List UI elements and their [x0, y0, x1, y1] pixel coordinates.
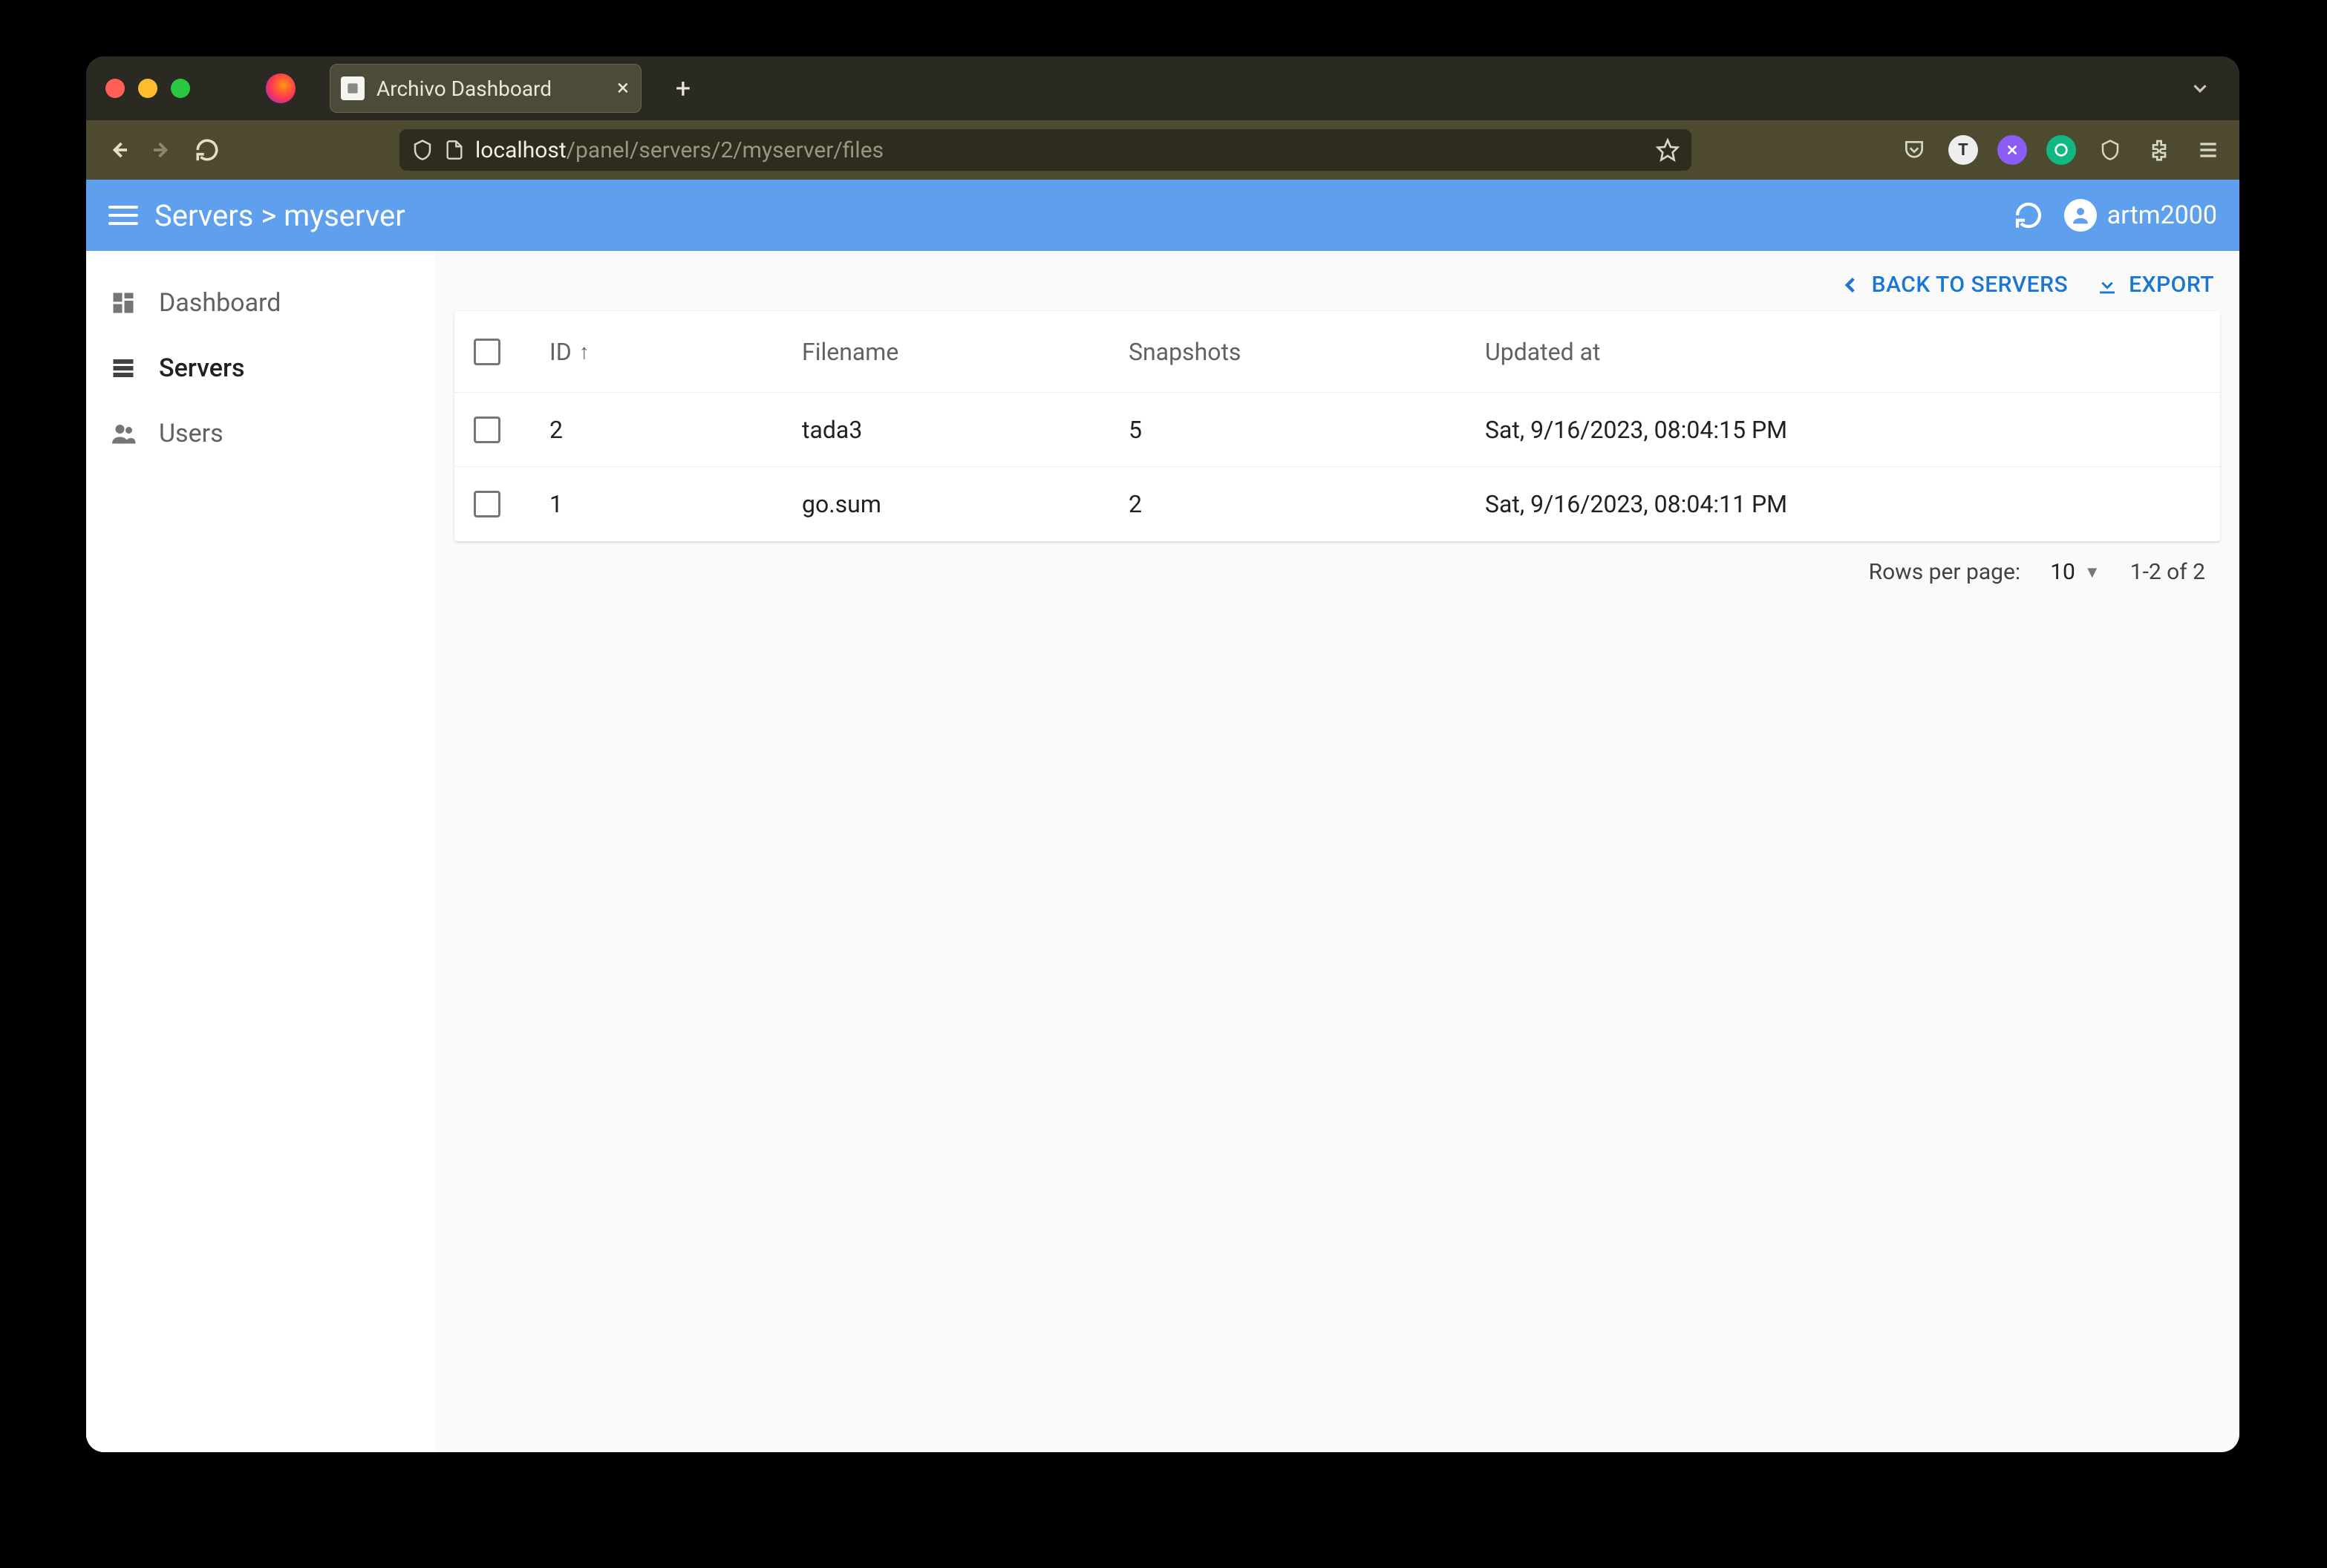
pagination: Rows per page: 10 ▼ 1-2 of 2 [454, 541, 2220, 585]
cell-updated-at: Sat, 9/16/2023, 08:04:11 PM [1485, 490, 2207, 518]
sidebar-item-servers[interactable]: Servers [86, 336, 435, 401]
sidebar-item-label: Servers [159, 353, 245, 383]
cell-id: 2 [549, 416, 802, 444]
app-header: Servers > myserver artm2000 [86, 180, 2239, 251]
extension-purple-icon[interactable] [1997, 135, 2027, 165]
table-row[interactable]: 2 tada3 5 Sat, 9/16/2023, 08:04:15 PM [454, 393, 2220, 467]
url-text: localhost/panel/servers/2/myserver/files [475, 137, 1656, 163]
column-header-filename[interactable]: Filename [802, 338, 1129, 366]
toolbar-right: T [1899, 135, 2223, 165]
user-menu[interactable]: artm2000 [2064, 199, 2217, 232]
rows-per-page-label: Rows per page: [1869, 559, 2021, 585]
table-row[interactable]: 1 go.sum 2 Sat, 9/16/2023, 08:04:11 PM [454, 467, 2220, 541]
refresh-button[interactable] [2014, 200, 2043, 230]
tracking-shield-icon[interactable] [411, 139, 434, 161]
breadcrumb: Servers > myserver [154, 198, 405, 233]
app-menu-icon[interactable] [2193, 135, 2223, 165]
column-header-updated-at[interactable]: Updated at [1485, 338, 2207, 366]
row-checkbox[interactable] [474, 491, 500, 517]
cell-snapshots: 5 [1129, 416, 1485, 444]
row-checkbox[interactable] [474, 416, 500, 443]
url-bar[interactable]: localhost/panel/servers/2/myserver/files [399, 129, 1691, 171]
table-header-row: ID ↑ Filename Snapshots Updated at [454, 311, 2220, 393]
minimize-window-button[interactable] [138, 79, 157, 98]
toolbar: localhost/panel/servers/2/myserver/files… [86, 120, 2239, 180]
back-to-servers-button[interactable]: BACK TO SERVERS [1838, 272, 2069, 298]
browser-tab[interactable]: Archivo Dashboard × [330, 64, 642, 113]
extensions-puzzle-icon[interactable] [2144, 135, 2174, 165]
column-header-id[interactable]: ID ↑ [549, 338, 802, 366]
back-button[interactable] [102, 134, 134, 166]
firefox-icon [266, 74, 296, 103]
extension-shield-icon[interactable] [2095, 135, 2125, 165]
maximize-window-button[interactable] [171, 79, 190, 98]
extension-t-icon[interactable]: T [1948, 135, 1978, 165]
rows-per-page-select[interactable]: 10 ▼ [2050, 559, 2101, 585]
servers-icon [108, 353, 138, 383]
new-tab-button[interactable]: + [668, 74, 698, 103]
cell-filename: tada3 [802, 416, 1129, 444]
tab-title: Archivo Dashboard [376, 76, 552, 101]
window-controls [105, 79, 190, 98]
sidebar-item-dashboard[interactable]: Dashboard [86, 270, 435, 336]
files-table: ID ↑ Filename Snapshots Updated at 2 tad… [454, 311, 2220, 541]
close-window-button[interactable] [105, 79, 125, 98]
cell-id: 1 [549, 490, 802, 518]
select-all-checkbox[interactable] [474, 339, 500, 365]
avatar-icon [2064, 199, 2097, 232]
menu-toggle-button[interactable] [108, 206, 138, 225]
sidebar-item-label: Users [159, 419, 223, 448]
column-header-snapshots[interactable]: Snapshots [1129, 338, 1485, 366]
cell-updated-at: Sat, 9/16/2023, 08:04:15 PM [1485, 416, 2207, 444]
reload-button[interactable] [192, 134, 223, 166]
cell-snapshots: 2 [1129, 490, 1485, 518]
sidebar: Dashboard Servers Users [86, 251, 435, 1452]
cell-filename: go.sum [802, 490, 1129, 518]
actions-row: BACK TO SERVERS EXPORT [454, 267, 2220, 311]
tab-strip: Archivo Dashboard × + [86, 56, 2239, 120]
export-button[interactable]: EXPORT [2095, 272, 2214, 298]
close-tab-button[interactable]: × [617, 77, 629, 99]
sidebar-item-label: Dashboard [159, 288, 281, 318]
bookmark-star-icon[interactable] [1656, 138, 1680, 162]
chevron-down-icon: ▼ [2084, 563, 2101, 582]
extension-green-icon[interactable] [2046, 135, 2076, 165]
forward-button[interactable] [147, 134, 178, 166]
main-content: BACK TO SERVERS EXPORT ID ↑ Filen [435, 251, 2239, 1452]
app-body: Dashboard Servers Users [86, 251, 2239, 1452]
dashboard-icon [108, 288, 138, 318]
sidebar-item-users[interactable]: Users [86, 401, 435, 466]
username: artm2000 [2107, 200, 2217, 230]
site-info-icon[interactable] [444, 140, 465, 160]
browser-window: Archivo Dashboard × + [86, 56, 2239, 1452]
pocket-icon[interactable] [1899, 135, 1929, 165]
sort-ascending-icon: ↑ [579, 339, 590, 364]
tabs-list-chevron-icon[interactable] [2174, 71, 2226, 105]
tab-favicon [341, 76, 365, 100]
users-icon [108, 419, 138, 448]
pagination-range: 1-2 of 2 [2130, 559, 2205, 585]
